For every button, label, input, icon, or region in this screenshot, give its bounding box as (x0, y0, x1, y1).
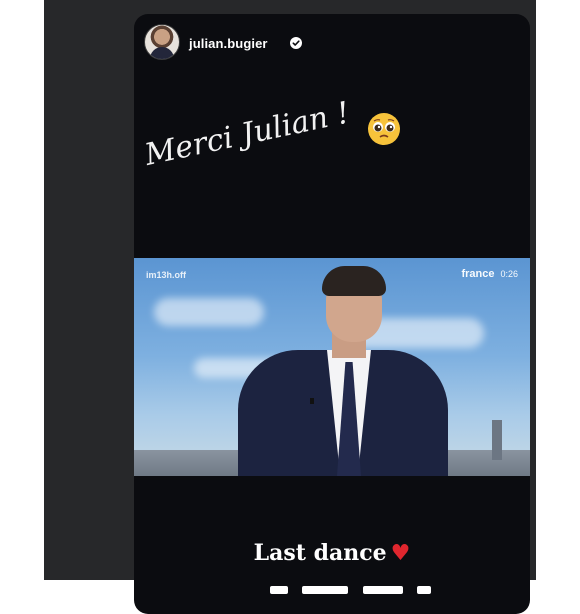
story-bottom-text: Last dance ♥ (134, 540, 530, 566)
video-brand-overlay: france 0:26 (461, 268, 518, 280)
presenter-hair (322, 266, 386, 296)
cloud (154, 298, 264, 326)
video-time: 0:26 (500, 269, 518, 279)
red-heart-icon: ♥ (390, 541, 411, 566)
story-card[interactable]: julian.bugier Merci Julian ! im13h.off f… (134, 14, 530, 614)
cropped-glyph (417, 586, 432, 594)
brand-label: france (461, 268, 495, 280)
video-clip[interactable]: im13h.off france 0:26 (134, 258, 530, 476)
story-header: julian.bugier (134, 14, 530, 74)
pleading-face-emoji-icon (368, 113, 400, 145)
cropped-glyph (362, 586, 403, 594)
story-caption: Merci Julian ! (141, 95, 353, 173)
phone-frame: julian.bugier Merci Julian ! im13h.off f… (44, 0, 536, 614)
username[interactable]: julian.bugier (189, 36, 268, 51)
avatar-body (150, 47, 174, 59)
cropped-glyph (270, 586, 288, 594)
city-tower (492, 420, 502, 460)
cropped-text-line (270, 570, 470, 594)
bottom-text-label: Last dance (253, 540, 387, 566)
lapel-mic (310, 398, 314, 404)
video-watermark-left: im13h.off (146, 270, 187, 280)
avatar[interactable] (144, 24, 180, 60)
verified-badge-icon (290, 37, 302, 49)
cropped-glyph (302, 586, 349, 594)
